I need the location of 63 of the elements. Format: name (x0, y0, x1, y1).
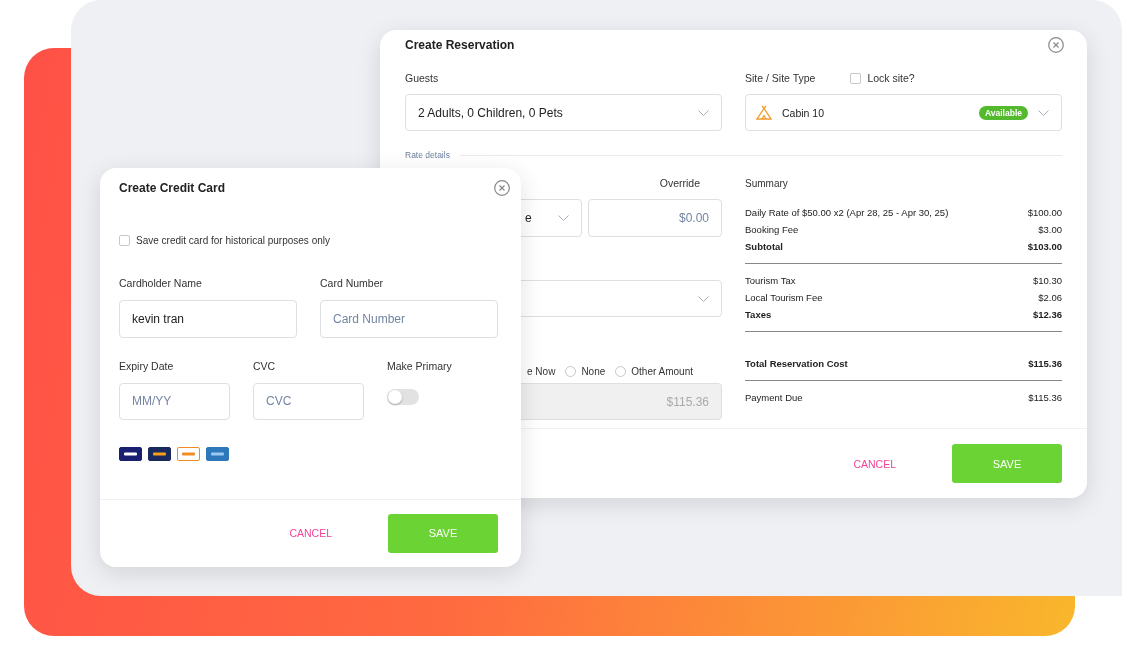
field-label: Site / Site Type (745, 72, 816, 84)
card-logo-icon (206, 446, 229, 461)
summary-label: Tourism Tax (745, 275, 796, 286)
close-icon (1048, 37, 1064, 53)
summary-label: Daily Rate of $50.00 x2 (Apr 28, 25 - Apr 30, 25) (745, 207, 949, 218)
card-logo-icon (119, 446, 142, 461)
cvc-field[interactable]: CVC (253, 382, 364, 420)
radio-button[interactable] (565, 365, 577, 377)
field-label: CVC (253, 359, 276, 372)
summary-title: Summary (745, 176, 789, 191)
historical-checkbox[interactable] (119, 235, 130, 247)
section-label: Rate details (405, 150, 450, 160)
summary-label: Local Tourism Fee (745, 292, 823, 303)
radio-button[interactable] (615, 365, 627, 377)
cancel-button[interactable]: CANCEL (283, 523, 338, 544)
close-button[interactable] (1048, 37, 1064, 53)
chevron-icon (698, 295, 709, 302)
site-select[interactable]: Cabin 10 Available (745, 94, 1062, 131)
cancel-button[interactable]: CANCEL (847, 453, 902, 474)
field-label: Make Primary (387, 359, 452, 372)
dialog-title: Create Reservation (405, 38, 515, 52)
summary-amount: $115.36 (1028, 392, 1062, 403)
summary-label: Subtotal (745, 241, 783, 252)
override-field[interactable]: $0.00 (587, 199, 722, 237)
summary-amount: $3.00 (1038, 224, 1062, 235)
status-badge: Available (979, 105, 1028, 120)
chevron-icon (1038, 109, 1049, 116)
card-number-field[interactable]: Card Number (320, 299, 498, 338)
guests-select[interactable]: 2 Adults, 0 Children, 0 Pets (405, 94, 722, 131)
chevron-icon (698, 109, 709, 116)
tent-icon (756, 105, 772, 120)
lock-checkbox[interactable] (850, 72, 862, 84)
summary-amount: $2.06 (1038, 292, 1062, 303)
summary-amount: $12.36 (1032, 309, 1062, 320)
field-label: Expiry Date (119, 359, 174, 372)
summary-label: Payment Due (745, 392, 803, 403)
primary-toggle[interactable] (387, 388, 419, 405)
summary-amount: $10.30 (1032, 275, 1062, 286)
chevron-icon (557, 215, 569, 221)
checkbox-label: Save credit card for historical purposes only (136, 235, 330, 247)
summary-label: Taxes (745, 309, 772, 320)
summary-amount: $103.00 (1027, 241, 1062, 252)
checkbox-label: Lock site? (867, 72, 915, 84)
card-logo-icon (177, 446, 200, 461)
field-label: Guests (405, 72, 439, 84)
card-logo-icon (148, 446, 171, 461)
summary-label: Booking Fee (745, 224, 799, 235)
summary-label: Total Reservation Cost (745, 358, 848, 369)
radio-label: None (581, 365, 606, 377)
cardholder-field[interactable]: kevin tran (119, 299, 297, 338)
save-button[interactable]: SAVE (952, 444, 1062, 483)
close-button[interactable] (494, 179, 510, 196)
summary-amount: $100.00 (1027, 207, 1062, 218)
summary-amount: $115.36 (1028, 358, 1062, 369)
radio-label: Other Amount (631, 365, 693, 377)
field-label: Cardholder Name (119, 276, 202, 289)
dialog-title: Create Credit Card (119, 180, 226, 195)
radio-label: e Now (527, 365, 556, 377)
save-button[interactable]: SAVE (388, 513, 498, 553)
expiry-field[interactable]: MM/YY (119, 382, 230, 420)
field-label: Override (659, 177, 700, 189)
field-label: Card Number (320, 276, 384, 289)
close-icon (494, 179, 510, 196)
